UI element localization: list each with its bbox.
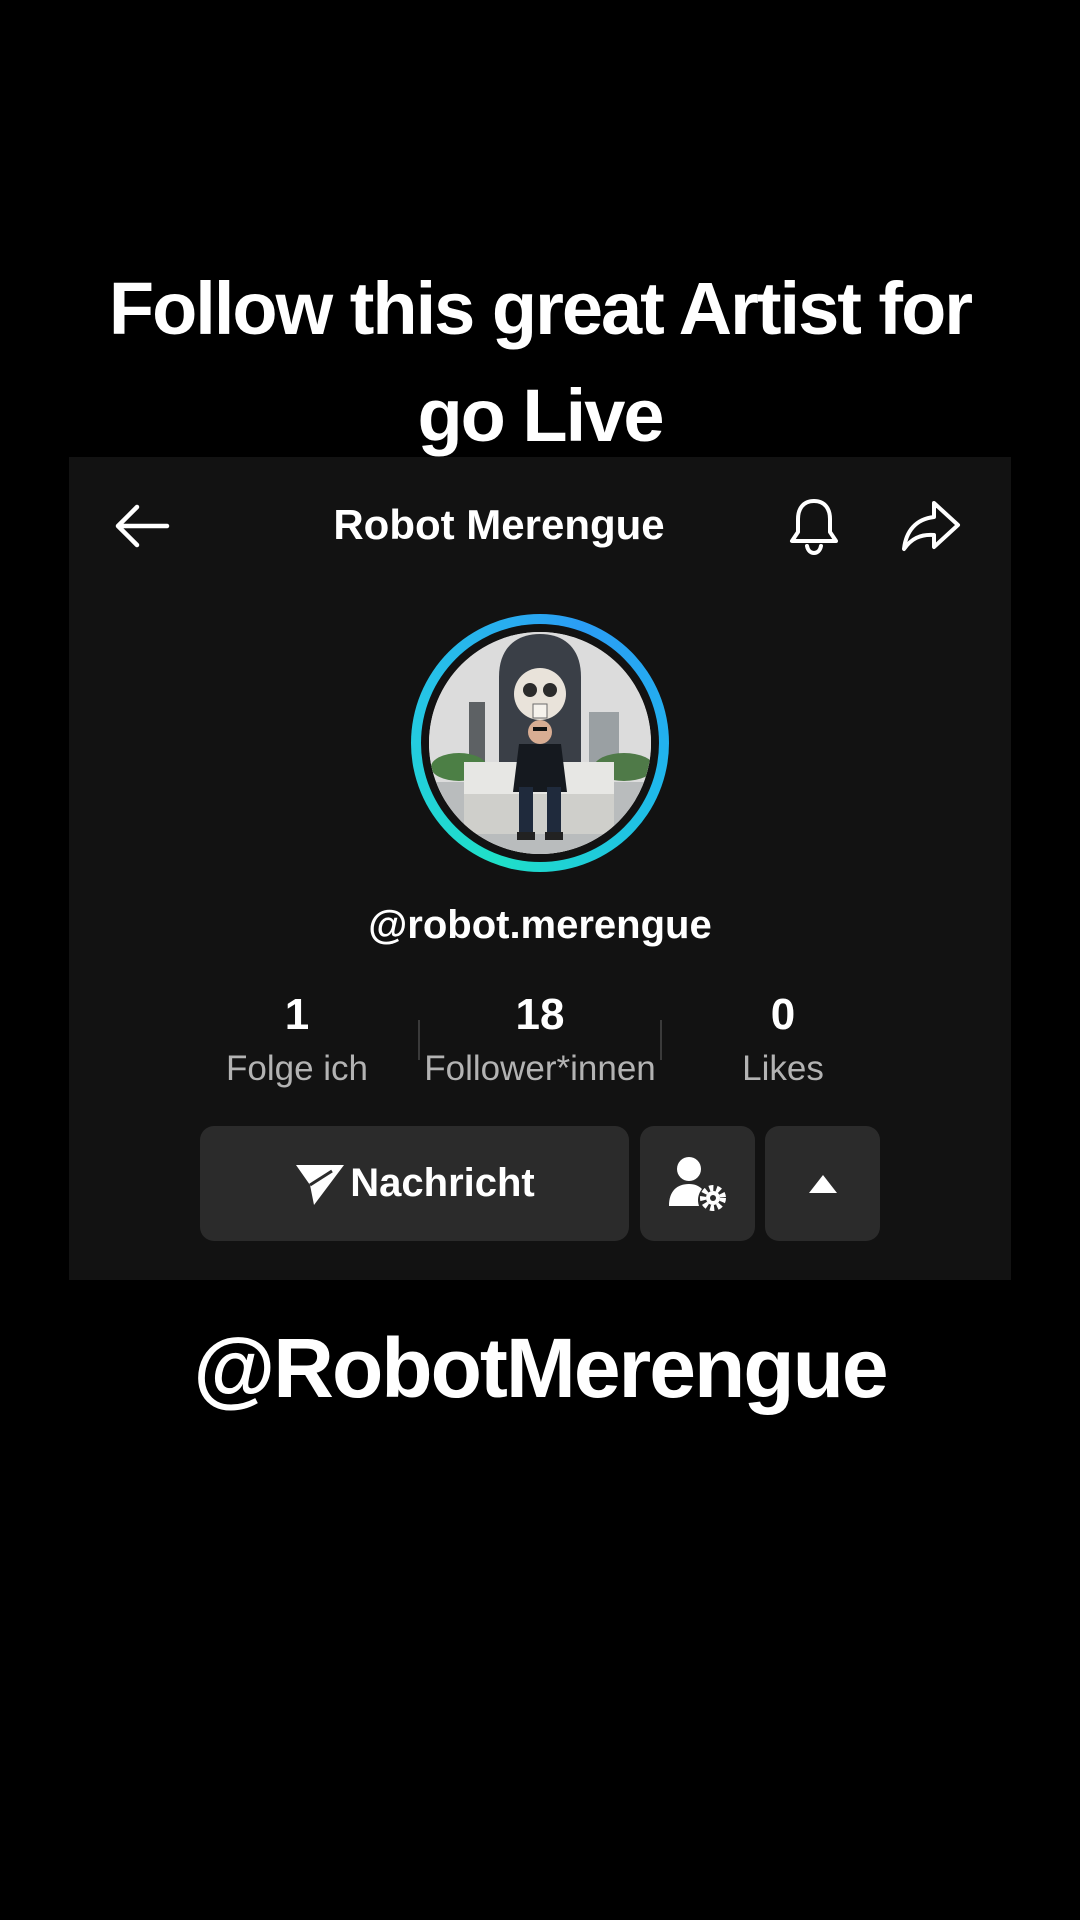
avatar-image	[429, 632, 651, 854]
headline-line-1: Follow this great Artist for	[108, 267, 973, 350]
stat-likes-value: 0	[770, 990, 796, 1039]
user-settings-button[interactable]	[640, 1126, 755, 1241]
footer-handle: @RobotMerengue	[193, 1321, 888, 1415]
stat-following[interactable]: 1 Folge ich	[177, 987, 417, 1095]
headline-line-2: go Live	[417, 374, 664, 457]
bell-icon	[790, 499, 838, 556]
message-button-label: Nachricht	[350, 1161, 535, 1205]
profile-title: Robot Merengue	[333, 501, 665, 548]
stat-followers-label: Follower*innen	[424, 1049, 656, 1088]
notification-button[interactable]	[781, 493, 847, 559]
message-button[interactable]: Nachricht	[200, 1126, 629, 1241]
back-button[interactable]	[109, 493, 175, 559]
profile-handle: @robot.merengue	[368, 903, 712, 947]
stat-followers[interactable]: 18 Follower*innen	[420, 987, 660, 1095]
stat-followers-value: 18	[515, 990, 565, 1039]
stat-following-value: 1	[284, 990, 310, 1039]
share-button[interactable]	[898, 493, 964, 559]
stat-likes-label: Likes	[742, 1049, 824, 1088]
avatar-photo	[429, 632, 651, 854]
send-icon	[296, 1164, 345, 1205]
share-icon	[902, 501, 960, 551]
headline: Follow this great Artist for go Live	[60, 255, 1020, 469]
stat-following-label: Folge ich	[225, 1049, 369, 1088]
more-button[interactable]	[765, 1126, 880, 1241]
profile-card: Robot Merengue @robot.merengue 1 Folge i…	[69, 457, 1011, 1280]
profile-header: Robot Merengue	[69, 457, 1011, 597]
triangle-up-icon	[808, 1174, 837, 1193]
user-settings-icon	[668, 1156, 726, 1211]
avatar[interactable]	[421, 624, 659, 862]
avatar-ring	[411, 614, 669, 872]
stat-likes[interactable]: 0 Likes	[663, 987, 903, 1095]
stat-divider	[660, 1020, 662, 1060]
back-arrow-icon	[115, 504, 170, 548]
